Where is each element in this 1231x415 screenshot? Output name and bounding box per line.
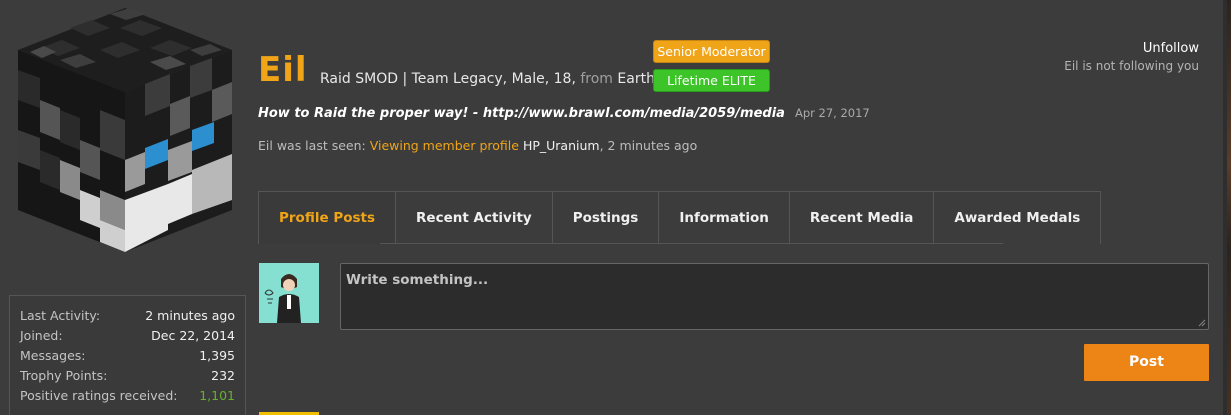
last-seen-line: Eil was last seen: Viewing member profil… xyxy=(258,138,697,153)
post-button[interactable]: Post xyxy=(1084,344,1209,381)
profile-avatar[interactable] xyxy=(0,0,250,280)
profile-username: Eil xyxy=(258,50,308,90)
stat-label: Messages: xyxy=(20,348,86,363)
stat-label: Joined: xyxy=(20,328,63,343)
stat-label: Last Activity: xyxy=(20,308,101,323)
tab-postings[interactable]: Postings xyxy=(553,192,660,244)
last-seen-target-link[interactable]: HP_Uranium xyxy=(523,138,600,153)
from-label: from xyxy=(580,71,613,87)
stat-value: 1,101 xyxy=(199,388,235,403)
profile-post-textarea[interactable]: Write something... xyxy=(340,263,1209,330)
stat-row-last-activity: Last Activity: 2 minutes ago xyxy=(20,306,235,326)
stat-label: Positive ratings received: xyxy=(20,388,178,403)
last-seen-prefix: Eil was last seen: xyxy=(258,138,366,153)
lifetime-elite-badge: Lifetime ELITE xyxy=(653,69,770,92)
last-seen-activity-link[interactable]: Viewing member profile xyxy=(370,138,519,153)
unfollow-link[interactable]: Unfollow xyxy=(1064,41,1199,57)
stat-value[interactable]: 1,395 xyxy=(199,346,235,366)
status-text: How to Raid the proper way! - http://www… xyxy=(258,106,785,121)
stat-value: 2 minutes ago xyxy=(145,308,235,323)
user-location[interactable]: Earth xyxy=(617,71,655,87)
tab-recent-media[interactable]: Recent Media xyxy=(790,192,935,244)
stat-row-messages: Messages: 1,395 xyxy=(20,346,235,366)
status-message: How to Raid the proper way! - http://www… xyxy=(258,106,870,121)
status-date[interactable]: Apr 27, 2017 xyxy=(795,106,870,120)
composer-placeholder: Write something... xyxy=(346,272,489,288)
tab-information[interactable]: Information xyxy=(659,192,790,244)
stat-value[interactable]: 232 xyxy=(211,366,235,386)
stat-row-joined: Joined: Dec 22, 2014 xyxy=(20,326,235,346)
resize-handle-icon[interactable] xyxy=(1198,319,1206,327)
stat-label: Trophy Points: xyxy=(20,368,108,383)
follow-status-text: Eil is not following you xyxy=(1064,59,1199,73)
profile-tabs: Profile Posts Recent Activity Postings I… xyxy=(258,191,1102,244)
tabs-divider xyxy=(380,243,1003,244)
visitor-avatar[interactable] xyxy=(259,263,319,323)
last-seen-time: , 2 minutes ago xyxy=(599,138,698,153)
user-title: Raid SMOD | Team Legacy, Male, 18, xyxy=(320,71,576,87)
tab-recent-activity[interactable]: Recent Activity xyxy=(396,192,553,244)
tab-profile-posts[interactable]: Profile Posts xyxy=(259,192,397,244)
page-edge xyxy=(1227,0,1231,415)
stat-row-positive-ratings: Positive ratings received: 1,101 xyxy=(20,386,235,406)
stat-value: Dec 22, 2014 xyxy=(151,328,235,343)
user-title-info: Raid SMOD | Team Legacy, Male, 18, from … xyxy=(320,71,655,87)
tab-awarded-medals[interactable]: Awarded Medals xyxy=(934,192,1100,244)
follow-panel: Unfollow Eil is not following you xyxy=(1064,41,1199,75)
member-stats-box: Last Activity: 2 minutes ago Joined: Dec… xyxy=(9,295,246,415)
senior-moderator-badge: Senior Moderator xyxy=(653,40,770,63)
stat-row-trophy-points: Trophy Points: 232 xyxy=(20,366,235,386)
